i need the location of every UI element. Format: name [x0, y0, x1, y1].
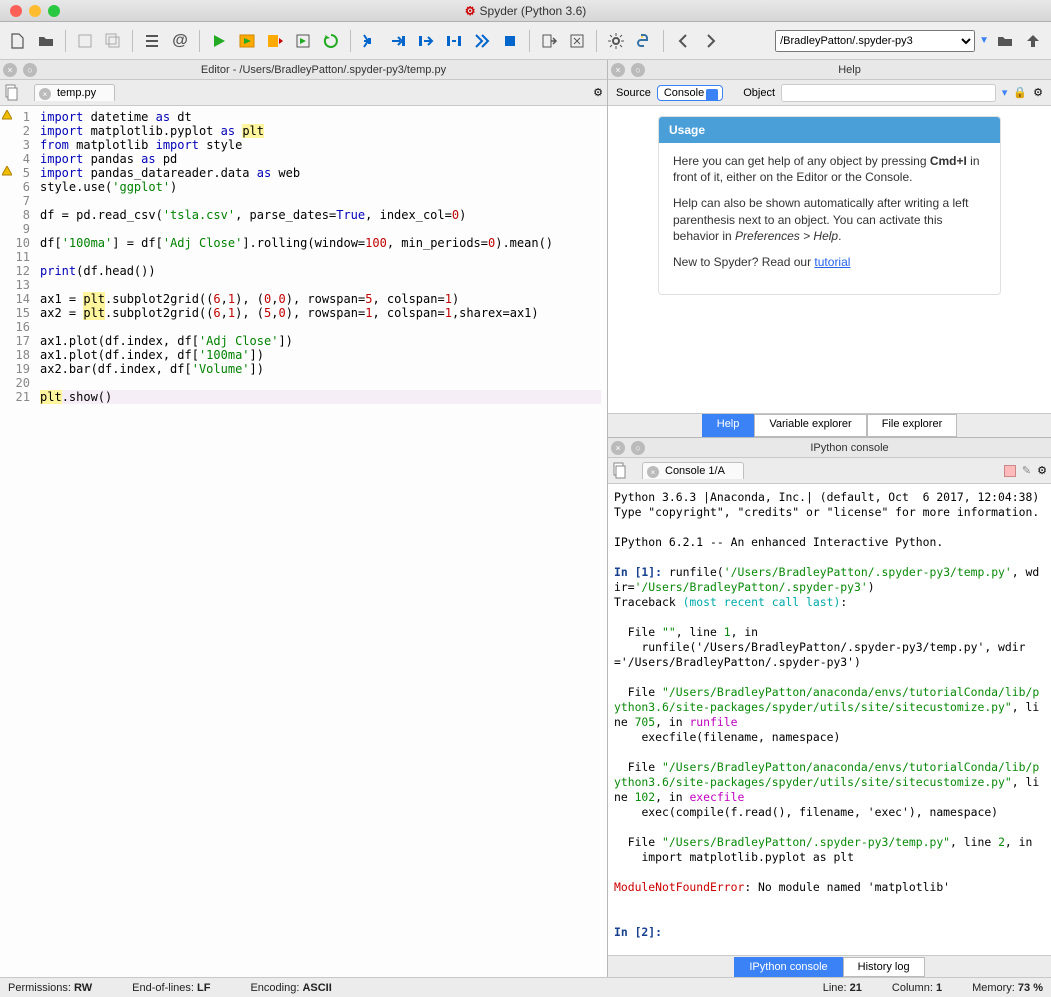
python-path-icon[interactable] [632, 29, 656, 53]
step-icon[interactable] [386, 29, 410, 53]
back-icon[interactable] [671, 29, 695, 53]
editor-pane-title: Editor - /Users/BradleyPatton/.spyder-py… [40, 64, 607, 76]
help-pane-header: × ○ Help [608, 60, 1051, 80]
open-file-icon[interactable] [34, 29, 58, 53]
list-icon[interactable] [140, 29, 164, 53]
console-pane-title: IPython console [648, 442, 1051, 454]
object-input[interactable] [781, 84, 996, 102]
status-encoding: Encoding: ASCII [250, 982, 331, 994]
undock-pane-icon[interactable]: ○ [23, 63, 37, 77]
help-tabs: Help Variable explorer File explorer [608, 413, 1051, 437]
code-editor[interactable]: 123456789101112131415161718192021 import… [0, 106, 607, 977]
exit-debug-icon[interactable] [537, 29, 561, 53]
editor-tabrow: × temp.py ⚙ [0, 80, 607, 106]
status-column: Column: 1 [892, 982, 942, 994]
editor-pane-header: × ○ Editor - /Users/BradleyPatton/.spyde… [0, 60, 607, 80]
object-label: Object [743, 87, 775, 99]
working-dir-select[interactable]: /BradleyPatton/.spyder-py3 [775, 30, 975, 52]
interrupt-icon[interactable]: ✎ [1022, 464, 1031, 477]
tutorial-link[interactable]: tutorial [814, 255, 850, 269]
file-browse-icon[interactable] [4, 84, 20, 102]
tab-history-log[interactable]: History log [843, 957, 925, 977]
ipython-console[interactable]: Python 3.6.3 |Anaconda, Inc.| (default, … [608, 484, 1051, 955]
editor-tab[interactable]: × temp.py [34, 84, 115, 101]
forward-icon[interactable] [699, 29, 723, 53]
console-bottom-tabs: IPython console History log [608, 955, 1051, 977]
close-help-icon[interactable]: × [611, 63, 625, 77]
tab-ipython-console[interactable]: IPython console [734, 957, 842, 977]
source-label: Source [616, 87, 651, 99]
at-icon[interactable]: @ [168, 29, 192, 53]
run-icon[interactable] [207, 29, 231, 53]
status-bar: Permissions: RW End-of-lines: LF Encodin… [0, 977, 1051, 997]
save-icon[interactable] [73, 29, 97, 53]
parent-dir-icon[interactable] [1021, 29, 1045, 53]
help-paragraph: Here you can get help of any object by p… [659, 153, 1000, 195]
close-console-icon[interactable]: × [611, 441, 625, 455]
stop-debug-icon[interactable] [498, 29, 522, 53]
step-into-icon[interactable] [414, 29, 438, 53]
run-cell-advance-icon[interactable] [263, 29, 287, 53]
debug-icon[interactable] [358, 29, 382, 53]
undock-console-icon[interactable]: ○ [631, 441, 645, 455]
browse-dir-icon[interactable] [993, 29, 1017, 53]
tab-label: temp.py [57, 87, 96, 99]
console-pane-header: × ○ IPython console [608, 438, 1051, 458]
main-toolbar: @ /BradleyPatton/.spyder-py3 ▼ [0, 22, 1051, 60]
help-pane-title: Help [648, 64, 1051, 76]
tab-variable-explorer[interactable]: Variable explorer [754, 414, 866, 437]
close-console-tab-icon[interactable]: × [647, 466, 659, 478]
tab-file-explorer[interactable]: File explorer [867, 414, 958, 437]
stop-kernel-icon[interactable] [1004, 465, 1016, 477]
console-list-icon[interactable] [612, 462, 628, 480]
lock-icon[interactable]: 🔒 [1013, 86, 1027, 99]
help-paragraph: New to Spyder? Read our tutorial [659, 254, 1000, 280]
help-paragraph: Help can also be shown automatically aft… [659, 195, 1000, 254]
console-tab-label: Console 1/A [665, 465, 725, 477]
status-permissions: Permissions: RW [8, 982, 92, 994]
console-tab[interactable]: × Console 1/A [642, 462, 744, 479]
preferences-icon[interactable] [604, 29, 628, 53]
window-title: ⚙Spyder (Python 3.6) [0, 4, 1051, 18]
step-out-icon[interactable] [442, 29, 466, 53]
close-tab-icon[interactable]: × [39, 88, 51, 100]
editor-options-icon[interactable]: ⚙ [593, 86, 603, 99]
maximize-pane-icon[interactable] [565, 29, 589, 53]
console-options-icon[interactable]: ⚙ [1037, 464, 1047, 477]
console-tabrow: × Console 1/A ✎ ⚙ [608, 458, 1051, 484]
new-file-icon[interactable] [6, 29, 30, 53]
help-body: Usage Here you can get help of any objec… [608, 106, 1051, 413]
tab-help[interactable]: Help [702, 414, 755, 437]
window-titlebar: ⚙Spyder (Python 3.6) [0, 0, 1051, 22]
status-line: Line: 21 [823, 982, 862, 994]
save-all-icon[interactable] [101, 29, 125, 53]
run-selection-icon[interactable] [291, 29, 315, 53]
usage-heading: Usage [659, 117, 1000, 143]
run-cell-icon[interactable] [235, 29, 259, 53]
status-memory: Memory: 73 % [972, 982, 1043, 994]
undock-help-icon[interactable]: ○ [631, 63, 645, 77]
source-select[interactable]: Console [657, 85, 723, 101]
rerun-icon[interactable] [319, 29, 343, 53]
continue-icon[interactable] [470, 29, 494, 53]
status-eol: End-of-lines: LF [132, 982, 210, 994]
help-options-icon[interactable]: ⚙ [1033, 86, 1043, 99]
help-toolbar: Source Console Object ▾ 🔒 ⚙ [608, 80, 1051, 106]
close-pane-icon[interactable]: × [3, 63, 17, 77]
